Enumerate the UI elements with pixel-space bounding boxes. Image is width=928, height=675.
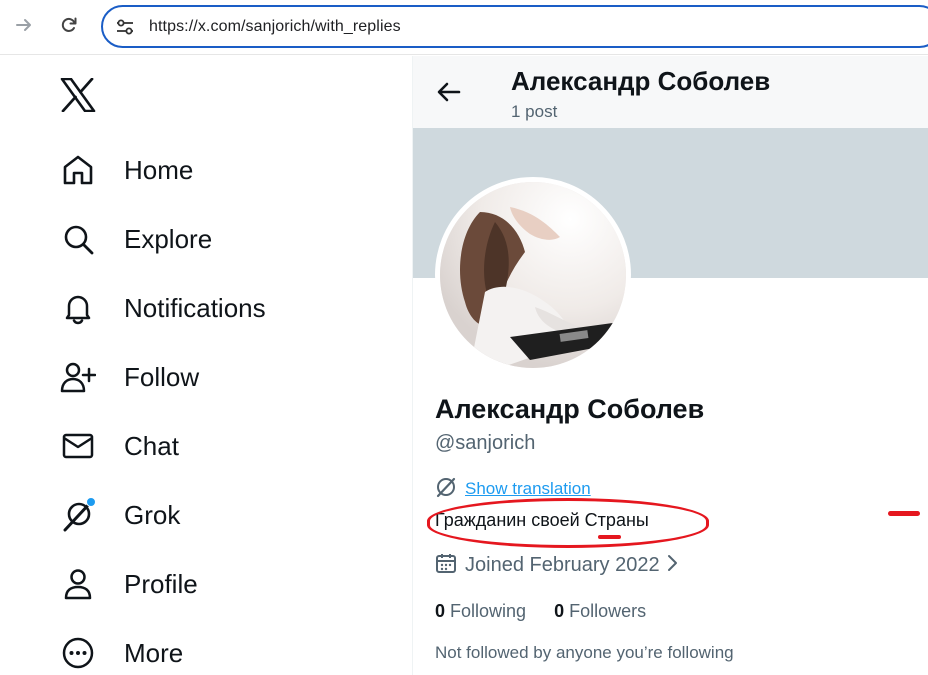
reload-icon[interactable] xyxy=(56,12,82,38)
sidebar-item-more[interactable]: More xyxy=(60,633,183,673)
sidebar-item-label: Follow xyxy=(124,361,200,392)
followed-by-text: Not followed by anyone you’re following xyxy=(435,643,734,662)
url-text[interactable]: https://x.com/sanjorich/with_replies xyxy=(149,18,401,36)
sidebar-item-label: Explore xyxy=(124,223,213,254)
joined-date: Joined February 2022 xyxy=(465,553,660,576)
joined-date-row: Joined February 2022 xyxy=(435,552,678,578)
forward-arrow-icon[interactable] xyxy=(11,12,37,38)
following-label: Following xyxy=(450,601,527,621)
sidebar-item-chat[interactable]: Chat xyxy=(60,426,179,466)
sidebar-item-label: Home xyxy=(124,154,194,185)
person-icon xyxy=(60,566,96,602)
sidebar-item-label: Grok xyxy=(124,499,181,530)
sidebar-item-explore[interactable]: Explore xyxy=(60,219,212,259)
followers-label: Followers xyxy=(569,601,647,621)
following-link[interactable]: 0 Following xyxy=(435,601,526,622)
sidebar-item-notifications[interactable]: Notifications xyxy=(60,288,266,328)
user-handle: @sanjorich xyxy=(435,432,536,454)
post-count: 1 post xyxy=(511,102,558,121)
header-title: Александр Соболев xyxy=(511,66,771,96)
sidebar-nav: Home Explore Notifications Follow Chat G… xyxy=(0,56,412,675)
sidebar-item-home[interactable]: Home xyxy=(60,150,193,190)
calendar-icon xyxy=(435,552,457,579)
sidebar-item-label: Profile xyxy=(124,568,198,599)
x-logo-icon[interactable] xyxy=(60,77,98,114)
grok-icon xyxy=(60,497,96,533)
sidebar-item-profile[interactable]: Profile xyxy=(60,564,198,604)
mail-icon xyxy=(60,428,96,464)
profile-column: Александр Соболев 1 post Александр Собол… xyxy=(412,56,928,675)
search-icon xyxy=(60,221,96,257)
followers-link[interactable]: 0 Followers xyxy=(554,601,646,622)
translate-icon xyxy=(435,476,457,503)
annotation-oval xyxy=(427,498,709,548)
follow-user-icon xyxy=(60,359,96,395)
display-name: Александр Соболев xyxy=(435,394,705,424)
sidebar-item-label: More xyxy=(124,637,184,668)
sidebar-item-label: Notifications xyxy=(124,292,266,323)
following-count: 0 xyxy=(435,601,446,621)
sidebar-item-grok[interactable]: Grok xyxy=(60,495,180,535)
back-arrow-icon[interactable] xyxy=(435,78,463,106)
sidebar-item-label: Chat xyxy=(124,430,179,461)
bell-icon xyxy=(60,290,96,326)
followers-count: 0 xyxy=(554,601,565,621)
profile-header: Александр Соболев 1 post xyxy=(413,56,928,128)
chevron-right-icon[interactable] xyxy=(666,553,678,578)
browser-toolbar: https://x.com/sanjorich/with_replies xyxy=(0,0,928,55)
show-translation-link[interactable]: Show translation xyxy=(465,479,591,499)
follow-stats: 0 Following 0 Followers xyxy=(435,601,674,622)
more-circle-icon xyxy=(60,635,96,671)
annotation-dash xyxy=(888,511,920,516)
site-info-icon[interactable] xyxy=(114,17,136,37)
home-icon xyxy=(60,152,96,188)
address-bar[interactable]: https://x.com/sanjorich/with_replies xyxy=(101,5,928,48)
sidebar-item-follow[interactable]: Follow xyxy=(60,357,199,397)
avatar[interactable] xyxy=(435,177,631,373)
annotation-underline xyxy=(598,535,621,539)
notification-dot xyxy=(86,497,96,507)
